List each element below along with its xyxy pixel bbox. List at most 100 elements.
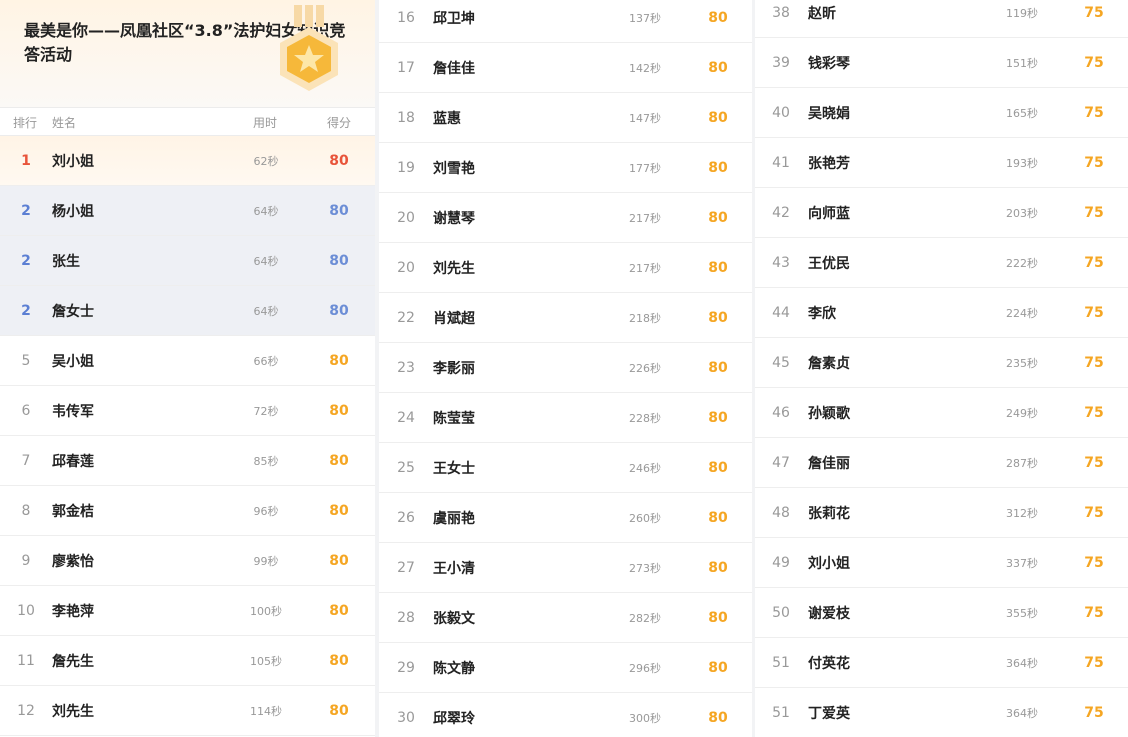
table-row: 24 陈莹莹 228秒 80 xyxy=(379,393,752,443)
rank-number: 25 xyxy=(397,459,415,476)
hero-banner: 最美是你——凤凰社区“3.8”法护妇女知识竞答活动 xyxy=(0,0,375,108)
score-value: 75 xyxy=(1084,4,1104,21)
rank-number: 11 xyxy=(17,652,35,669)
time-used: 296秒 xyxy=(629,661,661,675)
participant-name: 王优民 xyxy=(808,255,850,272)
time-used: 165秒 xyxy=(1006,106,1038,120)
time-used: 119秒 xyxy=(1006,6,1038,20)
participant-name: 张生 xyxy=(52,253,80,270)
participant-name: 詹素贞 xyxy=(808,355,850,372)
participant-name: 刘先生 xyxy=(52,703,94,720)
rank-number: 16 xyxy=(397,9,415,26)
rank-number: 40 xyxy=(772,104,790,121)
header-time: 用时 xyxy=(253,116,278,130)
leaderboard-column-1: 最美是你——凤凰社区“3.8”法护妇女知识竞答活动 排行 姓名 用时 得分 1 刘… xyxy=(0,0,375,737)
rank-number: 2 xyxy=(21,302,31,319)
score-value: 75 xyxy=(1084,254,1104,271)
rank-number: 2 xyxy=(21,202,31,219)
score-value: 75 xyxy=(1084,154,1104,171)
table-row: 10 李艳萍 100秒 80 xyxy=(0,586,375,636)
score-value: 80 xyxy=(329,452,349,469)
table-row: 16 邱卫坤 137秒 80 xyxy=(379,0,752,43)
time-used: 66秒 xyxy=(253,354,279,368)
rank-number: 39 xyxy=(772,54,790,71)
rank-number: 49 xyxy=(772,554,790,571)
table-row: 17 詹佳佳 142秒 80 xyxy=(379,43,752,93)
time-used: 64秒 xyxy=(253,304,279,318)
participant-name: 付英花 xyxy=(808,655,850,672)
time-used: 364秒 xyxy=(1006,706,1038,720)
rank-number: 41 xyxy=(772,154,790,171)
time-used: 142秒 xyxy=(629,61,661,75)
participant-name: 向师蓝 xyxy=(808,205,850,222)
score-value: 80 xyxy=(329,302,349,319)
score-value: 80 xyxy=(329,702,349,719)
rank-number: 28 xyxy=(397,609,415,626)
table-row: 46 孙颖歌 249秒 75 xyxy=(755,388,1128,438)
rank-number: 6 xyxy=(21,402,31,419)
table-row: 45 詹素贞 235秒 75 xyxy=(755,338,1128,388)
participant-name: 虞丽艳 xyxy=(433,510,475,527)
score-value: 80 xyxy=(708,609,728,626)
score-value: 80 xyxy=(708,309,728,326)
table-row: 49 刘小姐 337秒 75 xyxy=(755,538,1128,588)
table-row: 19 刘雪艳 177秒 80 xyxy=(379,143,752,193)
time-used: 226秒 xyxy=(629,361,661,375)
score-value: 80 xyxy=(708,659,728,676)
table-row: 51 付英花 364秒 75 xyxy=(755,638,1128,688)
rank-number: 44 xyxy=(772,304,790,321)
time-used: 364秒 xyxy=(1006,656,1038,670)
table-row: 39 钱彩琴 151秒 75 xyxy=(755,38,1128,88)
rank-number: 45 xyxy=(772,354,790,371)
participant-name: 郭金桔 xyxy=(52,503,94,520)
table-row: 30 邱翠玲 300秒 80 xyxy=(379,693,752,737)
header-name: 姓名 xyxy=(52,116,77,130)
header-score: 得分 xyxy=(327,116,352,130)
participant-name: 肖斌超 xyxy=(433,310,475,327)
time-used: 217秒 xyxy=(629,261,661,275)
table-row: 2 杨小姐 64秒 80 xyxy=(0,186,375,236)
rank-number: 47 xyxy=(772,454,790,471)
time-used: 282秒 xyxy=(629,611,661,625)
table-row: 18 蓝惠 147秒 80 xyxy=(379,93,752,143)
table-row: 12 刘先生 114秒 80 xyxy=(0,686,375,736)
time-used: 222秒 xyxy=(1006,256,1038,270)
rank-number: 26 xyxy=(397,509,415,526)
rank-number: 29 xyxy=(397,659,415,676)
score-value: 75 xyxy=(1084,604,1104,621)
rank-number: 50 xyxy=(772,604,790,621)
participant-name: 钱彩琴 xyxy=(808,55,850,72)
score-value: 80 xyxy=(708,509,728,526)
participant-name: 刘小姐 xyxy=(808,555,850,572)
score-value: 80 xyxy=(329,152,349,169)
participant-name: 谢慧琴 xyxy=(433,210,475,227)
time-used: 114秒 xyxy=(250,704,282,718)
table-row: 8 郭金桔 96秒 80 xyxy=(0,486,375,536)
rank-number: 30 xyxy=(397,709,415,726)
participant-name: 邱翠玲 xyxy=(433,710,475,727)
table-row: 44 李欣 224秒 75 xyxy=(755,288,1128,338)
table-row: 50 谢爱枝 355秒 75 xyxy=(755,588,1128,638)
score-value: 80 xyxy=(708,209,728,226)
time-used: 64秒 xyxy=(253,254,279,268)
table-row: 27 王小清 273秒 80 xyxy=(379,543,752,593)
score-value: 75 xyxy=(1084,704,1104,721)
rank-number: 17 xyxy=(397,59,415,76)
participant-name: 詹女士 xyxy=(52,303,94,320)
score-value: 80 xyxy=(329,602,349,619)
participant-name: 刘雪艳 xyxy=(433,160,475,177)
time-used: 260秒 xyxy=(629,511,661,525)
score-value: 80 xyxy=(708,709,728,726)
participant-name: 张莉花 xyxy=(808,505,850,522)
participant-name: 吴小姐 xyxy=(52,353,94,370)
rank-number: 23 xyxy=(397,359,415,376)
time-used: 224秒 xyxy=(1006,306,1038,320)
participant-name: 邱卫坤 xyxy=(433,10,475,27)
participant-name: 李影丽 xyxy=(433,360,475,377)
participant-name: 张艳芳 xyxy=(808,155,850,172)
rank-number: 9 xyxy=(21,552,31,569)
rank-number: 51 xyxy=(772,704,790,721)
rank-number: 46 xyxy=(772,404,790,421)
time-used: 137秒 xyxy=(629,11,661,25)
participant-name: 陈文静 xyxy=(433,660,475,677)
